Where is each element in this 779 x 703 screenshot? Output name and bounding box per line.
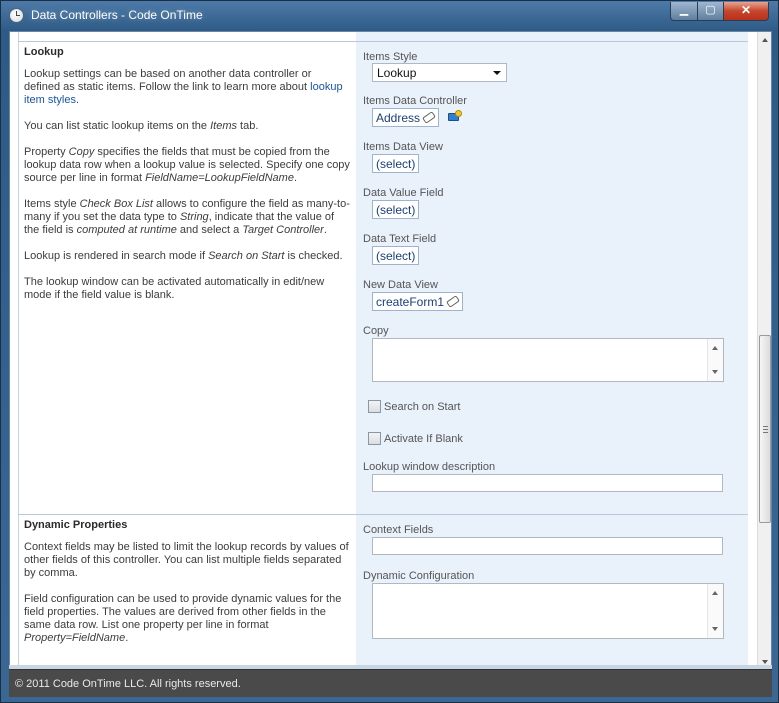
chevron-down-icon	[493, 71, 501, 75]
checkbox-icon[interactable]	[368, 400, 381, 413]
dynamic-configuration-textarea[interactable]	[372, 583, 724, 639]
copy-label: Copy	[363, 325, 389, 337]
scrollbar-thumb[interactable]	[759, 335, 771, 523]
window-title: Data Controllers - Code OnTime	[31, 8, 203, 22]
data-value-field-label: Data Value Field	[363, 187, 444, 199]
items-data-controller-link[interactable]: Address	[372, 108, 440, 127]
textarea-scrollbar[interactable]	[707, 339, 723, 381]
pencil-icon	[446, 295, 460, 308]
items-style-label: Items Style	[363, 51, 418, 63]
lookup-description-4: Items style Check Box List allows to con…	[24, 198, 350, 236]
dynamic-description-2: Field configuration can be used to provi…	[24, 593, 342, 644]
new-data-view-link[interactable]: createForm1	[372, 292, 464, 311]
dynamic-description-1: Context fields may be listed to limit th…	[24, 541, 349, 579]
lookup-description-5: Lookup is rendered in search mode if Sea…	[24, 250, 343, 262]
lookup-description-1: Lookup settings can be based on another …	[24, 68, 343, 106]
activate-if-blank-checkbox[interactable]: Activate If Blank	[368, 432, 463, 445]
scroll-up-icon[interactable]	[762, 38, 768, 42]
new-data-view-label: New Data View	[363, 279, 438, 291]
textarea-scrollbar[interactable]	[707, 584, 723, 638]
copyright-text: © 2011 Code OnTime LLC. All rights reser…	[15, 678, 241, 690]
lookup-window-description-label: Lookup window description	[363, 461, 496, 473]
data-text-field-label: Data Text Field	[363, 233, 437, 245]
section-divider	[18, 514, 748, 515]
items-data-controller-label: Items Data Controller	[363, 95, 467, 107]
database-folder-icon[interactable]	[448, 110, 462, 122]
client-area: Lookup Lookup settings can be based on a…	[9, 31, 772, 669]
minimize-button[interactable]: ▁	[670, 2, 698, 21]
app-window: Data Controllers - Code OnTime ▁ ▢ ✕ Loo…	[0, 0, 779, 703]
pencil-icon	[422, 111, 436, 124]
lookup-section-title: Lookup	[24, 46, 64, 58]
lookup-description-3: Property Copy specifies the fields that …	[24, 146, 350, 184]
section-divider	[18, 41, 748, 42]
scroll-down-icon[interactable]	[762, 660, 768, 664]
close-button[interactable]: ✕	[723, 2, 769, 21]
copy-textarea[interactable]	[372, 338, 724, 382]
context-fields-input[interactable]	[372, 537, 723, 555]
maximize-button[interactable]: ▢	[697, 2, 724, 21]
properties-form: Lookup Lookup settings can be based on a…	[10, 32, 757, 668]
items-data-view-label: Items Data View	[363, 141, 443, 153]
footer-bar: © 2011 Code OnTime LLC. All rights reser…	[9, 669, 772, 697]
search-on-start-checkbox[interactable]: Search on Start	[368, 400, 460, 413]
lookup-description-6: The lookup window can be activated autom…	[24, 276, 325, 301]
clock-icon[interactable]	[9, 8, 24, 23]
items-data-view-link[interactable]: (select)	[372, 154, 420, 173]
title-bar[interactable]: Data Controllers - Code OnTime ▁ ▢ ✕	[1, 1, 778, 31]
data-text-field-link[interactable]: (select)	[372, 246, 420, 265]
dynamic-configuration-label: Dynamic Configuration	[363, 570, 475, 582]
lookup-description-2: You can list static lookup items on the …	[24, 120, 259, 132]
lookup-window-description-input[interactable]	[372, 474, 723, 492]
data-value-field-link[interactable]: (select)	[372, 200, 420, 219]
grip-icon	[763, 426, 768, 433]
items-style-select[interactable]: Lookup	[372, 63, 507, 82]
dynamic-properties-section-title: Dynamic Properties	[24, 519, 128, 531]
context-fields-label: Context Fields	[363, 524, 434, 536]
checkbox-icon[interactable]	[368, 432, 381, 445]
vertical-scrollbar[interactable]	[757, 32, 771, 668]
